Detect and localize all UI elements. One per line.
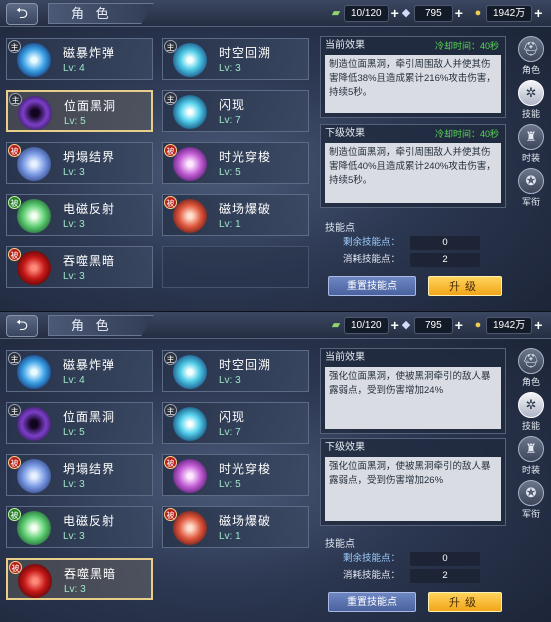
magnetic-bomb-icon bbox=[17, 43, 51, 77]
diamond-icon: ◆ bbox=[401, 319, 411, 331]
page-title: 角 色 bbox=[48, 315, 154, 336]
gold-resource: ● 1942万 + bbox=[470, 316, 542, 334]
add-diamond-button[interactable]: + bbox=[455, 316, 463, 334]
flash-dash-icon bbox=[173, 407, 207, 441]
current-effect-panel: 当前效果 强化位面黑洞，使被黑洞牵引的敌人暴露弱点，受到伤害增加24% bbox=[320, 348, 506, 434]
skill-slot-em-reflect[interactable]: 被 电磁反射 Lv: 3 bbox=[6, 194, 153, 236]
diamond-icon: ◆ bbox=[401, 7, 411, 19]
skill-slot-flash[interactable]: 主 闪现 Lv: 7 bbox=[162, 402, 309, 444]
skill-screen-top: ⮌ 角 色 ▰ 10/120 + ◆ 795 + ● 1942万 + 主 磁暴炸弹 Lv: … bbox=[0, 0, 551, 311]
skill-slot-em-reflect[interactable]: 被 电磁反射 Lv: 3 bbox=[6, 506, 153, 548]
costume-icon: ♜ bbox=[518, 124, 544, 150]
skill-slot-magnetic-bomb[interactable]: 主 磁暴炸弹 Lv: 4 bbox=[6, 38, 153, 80]
devour-darkness-icon bbox=[17, 251, 51, 285]
skill-points-label: 技能点 bbox=[325, 539, 355, 550]
back-button[interactable]: ⮌ bbox=[6, 315, 38, 337]
upgrade-button[interactable]: 升级 bbox=[428, 592, 502, 612]
costume-icon: ♜ bbox=[518, 436, 544, 462]
em-reflect-icon bbox=[17, 199, 51, 233]
blackhole-icon bbox=[18, 96, 52, 130]
tab-costume[interactable]: ♜ 时装 bbox=[514, 124, 548, 164]
field-burst-icon bbox=[173, 511, 207, 545]
skill-slot-field-burst[interactable]: 被 磁场爆破 Lv: 1 bbox=[162, 194, 309, 236]
skill-slot-devour-darkness[interactable]: 被 吞噬黑暗 Lv: 3 bbox=[6, 558, 153, 600]
skill-slot-flash[interactable]: 主 闪现 Lv: 7 bbox=[162, 90, 309, 132]
top-bar: ⮌ 角 色 ▰ 10/120 + ◆ 795 + ● 1942万 + bbox=[0, 312, 551, 339]
next-effect-panel: 下级效果 冷却时间：40秒 制造位面黑洞，牵引周围敌人并使其伤害降低40%且造成… bbox=[320, 124, 506, 208]
skill-slot-time-shuttle[interactable]: 被 时光穿梭 Lv: 5 bbox=[162, 454, 309, 496]
page-title: 角 色 bbox=[48, 3, 154, 24]
tab-rank[interactable]: ✪ 军衔 bbox=[514, 480, 548, 520]
skill-slot-dimension-blackhole[interactable]: 主 位面黑洞 Lv: 5 bbox=[6, 402, 153, 444]
skill-slot-field-burst[interactable]: 被 磁场爆破 Lv: 1 bbox=[162, 506, 309, 548]
skill-points-label: 技能点 bbox=[325, 223, 355, 234]
cost-points-row: 消耗技能点： 2 bbox=[325, 569, 483, 583]
skill-gear-icon: ✲ bbox=[518, 392, 544, 418]
reset-skill-points-button[interactable]: 重置技能点 bbox=[328, 276, 416, 296]
skill-slot-devour-darkness[interactable]: 被 吞噬黑暗 Lv: 3 bbox=[6, 246, 153, 288]
skill-slot-time-shuttle[interactable]: 被 时光穿梭 Lv: 5 bbox=[162, 142, 309, 184]
cost-points-row: 消耗技能点： 2 bbox=[325, 253, 483, 267]
tab-rank[interactable]: ✪ 军衔 bbox=[514, 168, 548, 208]
tab-skills[interactable]: ✲ 技能 bbox=[514, 80, 548, 120]
skill-slot-time-rewind[interactable]: 主 时空回溯 Lv: 3 bbox=[162, 350, 309, 392]
stamina-icon: ▰ bbox=[331, 319, 341, 331]
skill-slot-empty bbox=[162, 246, 309, 288]
top-bar: ⮌ 角 色 ▰ 10/120 + ◆ 795 + ● 1942万 + bbox=[0, 0, 551, 27]
gold-resource: ● 1942万 + bbox=[470, 4, 542, 22]
skill-slot-collapse-barrier[interactable]: 被 坍塌结界 Lv: 3 bbox=[6, 454, 153, 496]
diamond-resource: ◆ 795 + bbox=[398, 4, 463, 22]
skill-slot-magnetic-bomb[interactable]: 主 磁暴炸弹 Lv: 4 bbox=[6, 350, 153, 392]
blackhole-icon bbox=[17, 407, 51, 441]
add-gold-button[interactable]: + bbox=[534, 316, 542, 334]
rank-medal-icon: ✪ bbox=[518, 480, 544, 506]
stamina-resource: ▰ 10/120 + bbox=[328, 316, 399, 334]
add-diamond-button[interactable]: + bbox=[455, 4, 463, 22]
tab-skills[interactable]: ✲ 技能 bbox=[514, 392, 548, 432]
collapse-barrier-icon bbox=[17, 459, 51, 493]
tab-character[interactable]: ⛑ 角色 bbox=[514, 36, 548, 76]
skill-screen-bottom: ⮌ 角 色 ▰ 10/120 + ◆ 795 + ● 1942万 + 主 磁暴炸弹 Lv: … bbox=[0, 311, 551, 622]
time-shuttle-icon bbox=[173, 147, 207, 181]
helmet-icon: ⛑ bbox=[518, 36, 544, 62]
stamina-icon: ▰ bbox=[331, 7, 341, 19]
next-effect-panel: 下级效果 强化位面黑洞，使被黑洞牵引的敌人暴露弱点，受到伤害增加26% bbox=[320, 438, 506, 526]
skill-gear-icon: ✲ bbox=[518, 80, 544, 106]
time-rewind-icon bbox=[173, 43, 207, 77]
skill-slot-collapse-barrier[interactable]: 被 坍塌结界 Lv: 3 bbox=[6, 142, 153, 184]
tab-costume[interactable]: ♜ 时装 bbox=[514, 436, 548, 476]
stamina-resource: ▰ 10/120 + bbox=[328, 4, 399, 22]
back-button[interactable]: ⮌ bbox=[6, 3, 38, 25]
collapse-barrier-icon bbox=[17, 147, 51, 181]
helmet-icon: ⛑ bbox=[518, 348, 544, 374]
field-burst-icon bbox=[173, 199, 207, 233]
gold-coin-icon: ● bbox=[474, 7, 482, 19]
rank-medal-icon: ✪ bbox=[518, 168, 544, 194]
em-reflect-icon bbox=[17, 511, 51, 545]
skill-slot-time-rewind[interactable]: 主 时空回溯 Lv: 3 bbox=[162, 38, 309, 80]
tab-character[interactable]: ⛑ 角色 bbox=[514, 348, 548, 388]
gold-coin-icon: ● bbox=[474, 319, 482, 331]
magnetic-bomb-icon bbox=[17, 355, 51, 389]
skill-slot-dimension-blackhole[interactable]: 主 位面黑洞 Lv: 5 bbox=[6, 90, 153, 132]
devour-darkness-icon bbox=[18, 564, 52, 598]
time-rewind-icon bbox=[173, 355, 207, 389]
remaining-points-row: 剩余技能点： 0 bbox=[325, 236, 483, 250]
flash-dash-icon bbox=[173, 95, 207, 129]
remaining-points-row: 剩余技能点： 0 bbox=[325, 552, 483, 566]
add-gold-button[interactable]: + bbox=[534, 4, 542, 22]
upgrade-button[interactable]: 升级 bbox=[428, 276, 502, 296]
diamond-resource: ◆ 795 + bbox=[398, 316, 463, 334]
time-shuttle-icon bbox=[173, 459, 207, 493]
current-effect-panel: 当前效果 冷却时间：40秒 制造位面黑洞，牵引周围敌人并使其伤害降低38%且造成… bbox=[320, 36, 506, 118]
reset-skill-points-button[interactable]: 重置技能点 bbox=[328, 592, 416, 612]
